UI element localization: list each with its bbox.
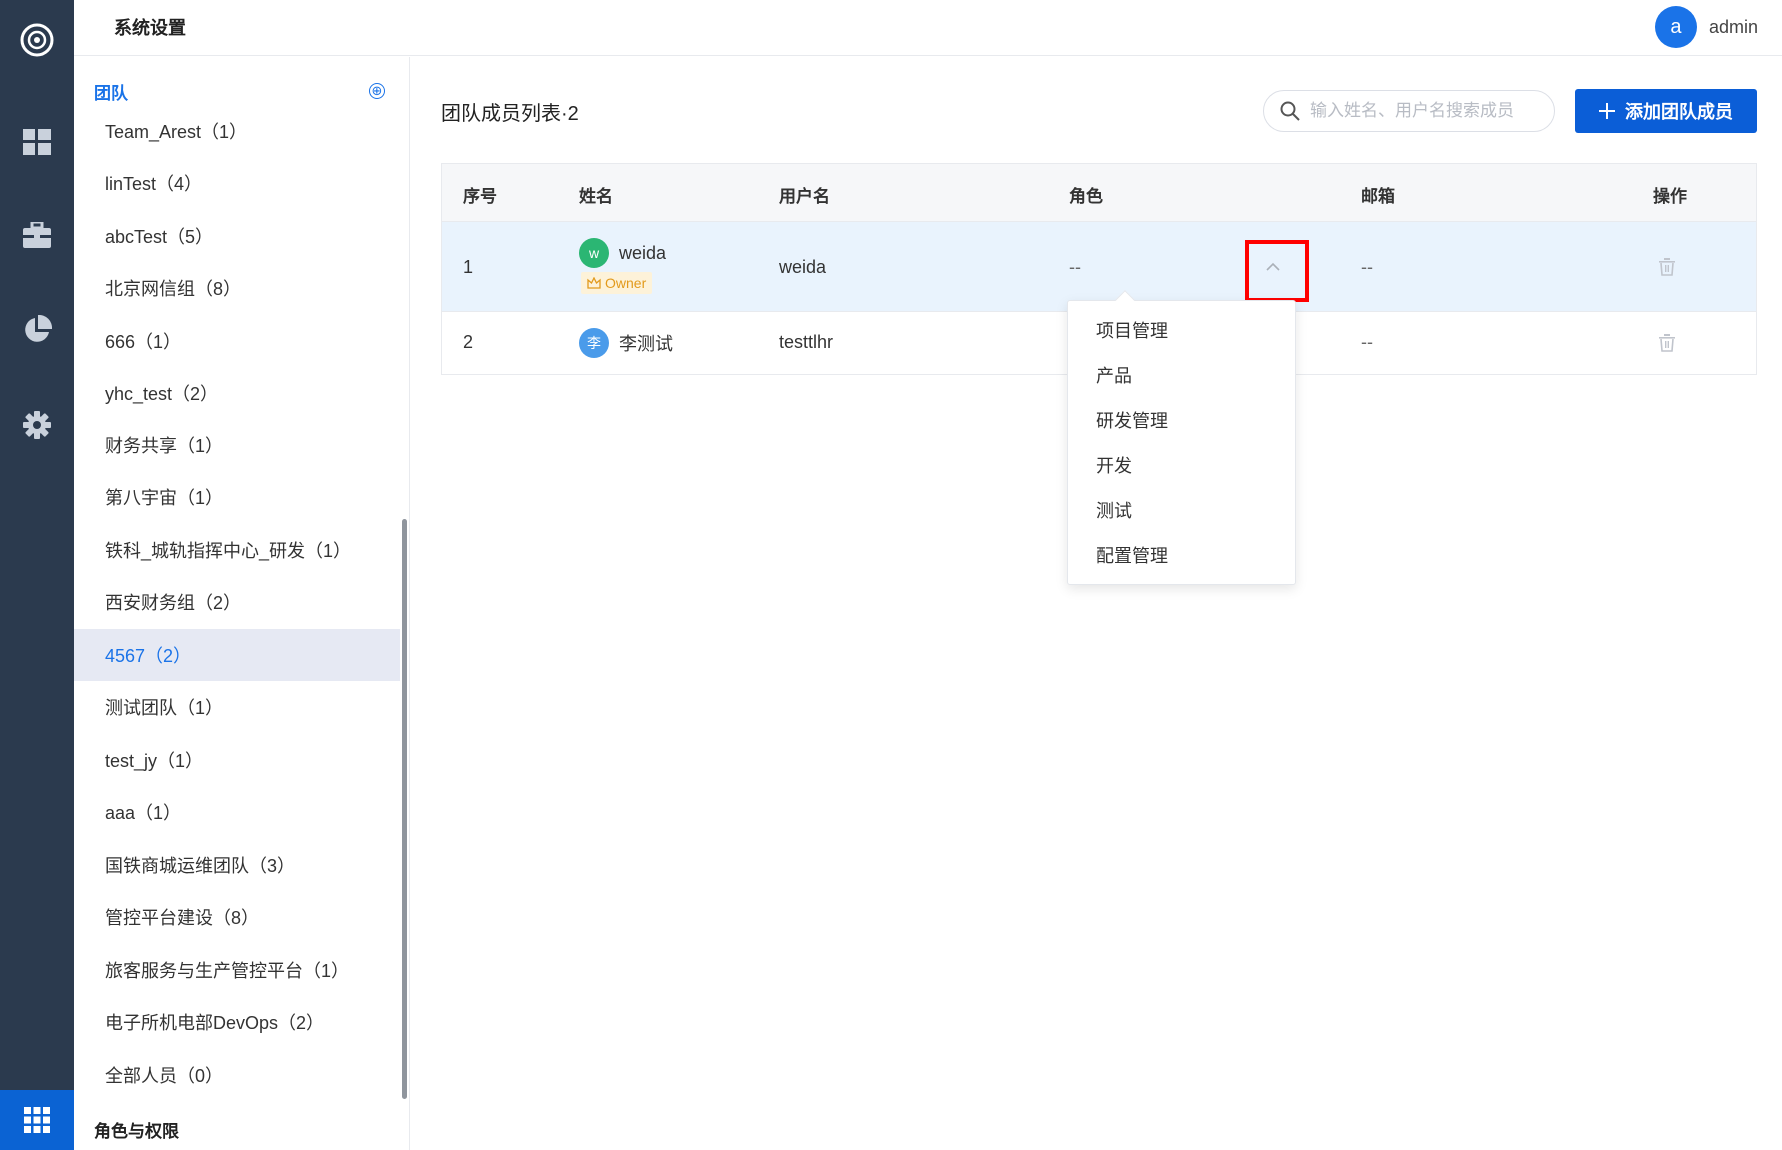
- top-bar: 系统设置 a admin: [74, 0, 1782, 56]
- col-actions: 操作: [1653, 187, 1687, 206]
- member-avatar: w: [579, 238, 609, 268]
- table-header: 序号 姓名 用户名 角色 邮箱 操作: [442, 164, 1756, 222]
- toolbox-icon[interactable]: [0, 205, 74, 265]
- avatar[interactable]: a: [1654, 6, 1697, 48]
- logo-icon[interactable]: [0, 10, 74, 70]
- team-item[interactable]: abcTest（5）: [74, 210, 400, 262]
- col-name: 姓名: [579, 187, 613, 206]
- role-option[interactable]: 开发: [1096, 452, 1132, 478]
- dashboard-icon[interactable]: [0, 112, 74, 172]
- pie-chart-icon[interactable]: [0, 300, 74, 360]
- table-row: 1 w weida Owner weida -- --: [442, 222, 1756, 312]
- team-item[interactable]: 第八宇宙（1）: [74, 471, 400, 523]
- user-menu[interactable]: a admin: [1654, 5, 1758, 49]
- member-search[interactable]: [1263, 90, 1555, 132]
- member-role[interactable]: --: [1069, 257, 1081, 278]
- team-item-active[interactable]: 4567（2）: [74, 629, 400, 681]
- team-item[interactable]: 铁科_城轨指挥中心_研发（1）: [74, 524, 400, 576]
- team-list: Team_Arest（1） linTest（4） abcTest（5） 北京网信…: [74, 119, 410, 1149]
- col-role: 角色: [1069, 187, 1103, 206]
- team-item[interactable]: test_jy（1）: [74, 734, 400, 786]
- col-username: 用户名: [779, 187, 830, 206]
- add-member-label: 添加团队成员: [1625, 102, 1733, 122]
- team-item[interactable]: 测试团队（1）: [74, 681, 400, 733]
- owner-badge: Owner: [581, 272, 653, 294]
- team-item[interactable]: 北京网信组（8）: [74, 262, 400, 314]
- team-item[interactable]: 全部人员（0）: [74, 1049, 400, 1101]
- team-item[interactable]: 财务共享（1）: [74, 419, 400, 471]
- member-username: testtlhr: [779, 332, 834, 352]
- add-member-button[interactable]: 添加团队成员: [1575, 89, 1757, 133]
- member-avatar: 李: [579, 328, 609, 358]
- row-index: 2: [463, 332, 474, 352]
- team-item[interactable]: 666（1）: [74, 315, 400, 367]
- delete-icon[interactable]: [1659, 334, 1675, 352]
- member-name: w weida: [579, 238, 666, 268]
- role-option[interactable]: 测试: [1096, 497, 1132, 523]
- member-email: --: [1361, 332, 1373, 352]
- role-option[interactable]: 项目管理: [1096, 317, 1168, 343]
- role-option[interactable]: 产品: [1096, 362, 1132, 388]
- main-content: 团队成员列表·2 添加团队成员 序号 姓名 用户名 角色 邮箱 操作 1 w w…: [411, 57, 1782, 1150]
- role-dropdown: 项目管理 产品 研发管理 开发 测试 配置管理: [1067, 290, 1296, 585]
- team-item[interactable]: 国铁商城运维团队（3）: [74, 839, 400, 891]
- plus-icon: [1599, 103, 1615, 119]
- member-name-text: 李测试: [619, 334, 673, 354]
- roles-section-title[interactable]: 角色与权限: [94, 1117, 179, 1142]
- add-team-icon[interactable]: ⊕: [369, 83, 385, 99]
- team-item[interactable]: linTest（4）: [74, 157, 400, 209]
- team-item[interactable]: Team_Arest（1）: [74, 119, 400, 157]
- team-section-title: 团队: [94, 84, 128, 103]
- chevron-up-icon[interactable]: [1265, 262, 1281, 272]
- search-icon: [1280, 101, 1300, 121]
- page-title: 系统设置: [114, 18, 186, 38]
- team-item[interactable]: 旅客服务与生产管控平台（1）: [74, 944, 400, 996]
- member-name-text: weida: [619, 242, 667, 263]
- member-username: weida: [779, 257, 827, 277]
- crown-icon: [587, 277, 601, 289]
- search-input[interactable]: [1310, 101, 1540, 121]
- team-item[interactable]: 电子所机电部DevOps（2）: [74, 996, 400, 1048]
- team-sidebar: 团队 ⊕ Team_Arest（1） linTest（4） abcTest（5）…: [74, 57, 410, 1150]
- team-item[interactable]: aaa（1）: [74, 786, 400, 838]
- delete-icon[interactable]: [1659, 258, 1675, 276]
- sidebar-scrollbar[interactable]: [402, 519, 407, 1099]
- col-index: 序号: [463, 187, 497, 206]
- settings-icon[interactable]: [0, 395, 74, 455]
- icon-rail: [0, 0, 74, 1150]
- role-option[interactable]: 研发管理: [1096, 407, 1168, 433]
- role-option[interactable]: 配置管理: [1096, 542, 1168, 568]
- team-item[interactable]: 西安财务组（2）: [74, 576, 400, 628]
- apps-grid-icon[interactable]: [0, 1090, 74, 1150]
- member-email: --: [1361, 257, 1373, 277]
- owner-badge-label: Owner: [605, 275, 647, 291]
- col-email: 邮箱: [1361, 187, 1395, 206]
- team-item[interactable]: 管控平台建设（8）: [74, 891, 400, 943]
- row-index: 1: [463, 257, 474, 277]
- team-item[interactable]: yhc_test（2）: [74, 367, 400, 419]
- member-name: 李 李测试: [579, 328, 673, 358]
- member-list-title: 团队成员列表·2: [441, 103, 579, 125]
- user-name[interactable]: admin: [1709, 17, 1758, 38]
